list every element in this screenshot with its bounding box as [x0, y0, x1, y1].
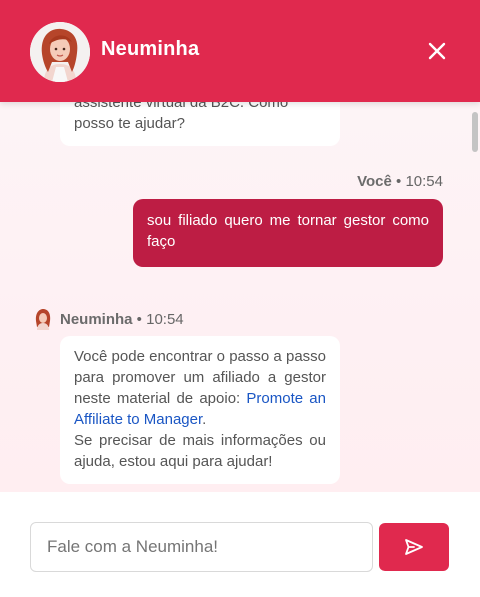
bot-author: Neuminha — [60, 310, 133, 328]
user-message-time: 10:54 — [405, 173, 443, 190]
chat-header: Neuminha — [0, 0, 480, 102]
neuminha-avatar-icon — [30, 22, 90, 82]
send-button[interactable] — [379, 523, 449, 571]
message-text: assistente virtual da B2C. Como — [74, 102, 289, 111]
chat-widget: Neuminha assistente virtual da B2C. Como… — [0, 0, 480, 597]
bot-message-meta: Neuminha • 10:54 — [33, 308, 184, 330]
bot-message-bubble: assistente virtual da B2C. Como posso te… — [60, 102, 340, 146]
user-message-bubble: sou filiado quero me tornar gestor como … — [133, 199, 443, 267]
chat-title: Neuminha — [101, 38, 200, 60]
scrollbar-thumb[interactable] — [472, 112, 478, 152]
message-paragraph: Você pode encontrar o passo a passo para… — [74, 346, 326, 430]
message-paragraph: Se precisar de mais informações ou ajuda… — [74, 432, 326, 470]
neuminha-mini-avatar-icon — [33, 308, 53, 330]
message-text: . — [202, 411, 207, 428]
message-text: posso te ajudar? — [74, 115, 185, 132]
message-list: assistente virtual da B2C. Como posso te… — [0, 102, 480, 492]
message-text: sou filiado quero me tornar gestor como … — [147, 212, 429, 250]
meta-separator: • — [132, 310, 147, 328]
message-input[interactable] — [30, 522, 373, 572]
bot-message-bubble: Você pode encontrar o passo a passo para… — [60, 336, 340, 484]
user-author: Você — [357, 173, 392, 190]
composer — [0, 492, 480, 597]
send-icon — [405, 539, 423, 555]
close-icon[interactable] — [424, 38, 450, 64]
user-message-meta: Você • 10:54 — [357, 173, 443, 190]
bot-message-time: 10:54 — [146, 310, 184, 328]
